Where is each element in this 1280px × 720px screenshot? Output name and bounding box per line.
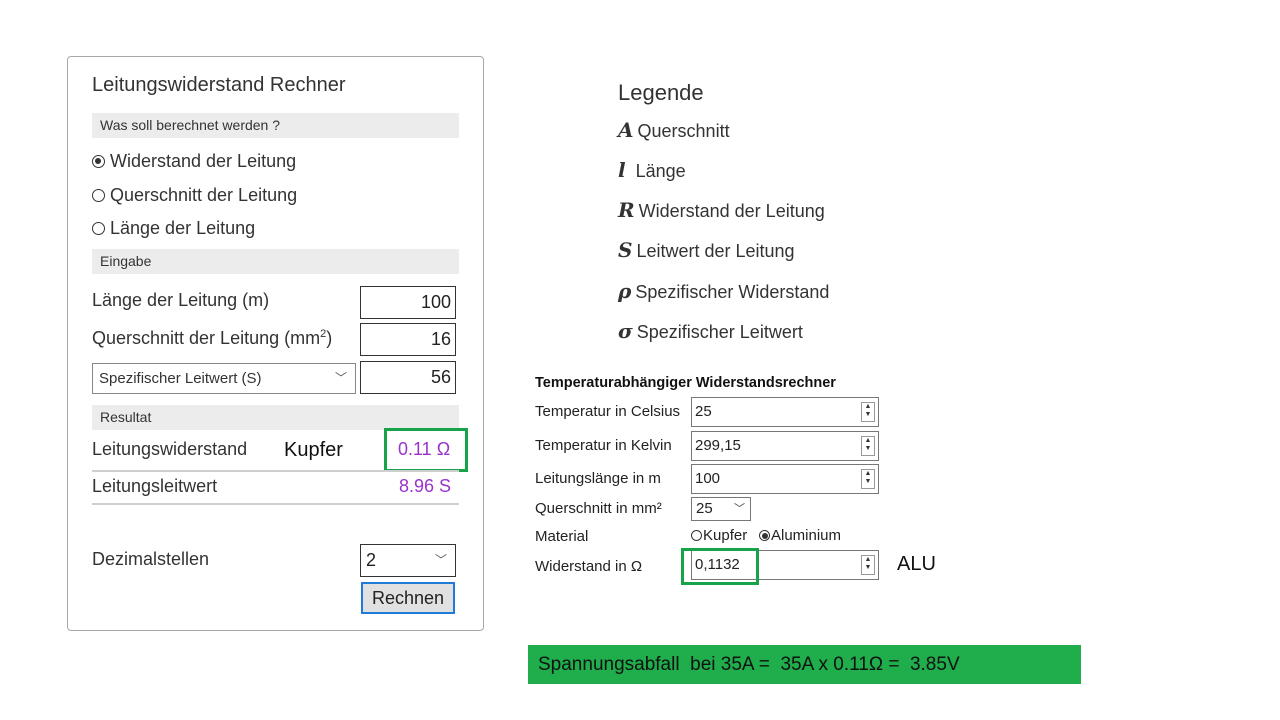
option-cross-section[interactable]: Querschnitt der Leitung [92,185,297,206]
chevron-down-icon: ﹀ [434,553,447,567]
radio-unchecked-icon[interactable] [92,189,105,202]
radio-unchecked-icon[interactable] [92,222,105,235]
cross-section-label: Querschnitt der Leitung (mm2) [92,328,332,349]
legend-text: Querschnitt [637,121,730,141]
legend-text: Widerstand der Leitung [638,201,825,221]
material-option-aluminium[interactable]: Aluminium [759,527,841,544]
option-length-label: Länge der Leitung [110,218,256,238]
legend-symbol: l [618,158,626,182]
option-cross-section-label: Querschnitt der Leitung [110,185,298,205]
legend-item: ρ Spezifischer Widerstand [618,279,829,303]
conductance-input[interactable]: 56 [360,361,456,394]
legend-item: S Leitwert der Leitung [618,238,795,262]
material-aluminium-label: Aluminium [771,527,842,544]
chevron-down-icon: ﹀ [334,371,347,385]
resistance-ohm-label: Widerstand in Ω [535,558,643,575]
calculator-title: Leitungswiderstand Rechner [92,74,346,96]
material-option-kupfer[interactable]: Kupfer [691,527,747,544]
length-m-input[interactable]: 100 ▲ ▼ [691,464,879,494]
section-calculate-what: Was soll berechnet werden ? [92,113,459,138]
radio-unchecked-icon[interactable] [691,530,702,541]
alu-annotation: ALU [897,553,936,575]
spinner-arrows-icon[interactable]: ▲ ▼ [861,555,875,575]
section-result: Resultat [92,405,459,430]
decimals-label: Dezimalstellen [92,549,210,569]
alu-highlight-box [681,548,759,585]
resistance-highlight-box [384,428,468,472]
length-m-value: 100 [695,470,721,487]
decimals-select[interactable]: 2 ﹀ [360,544,456,577]
spinner-arrows-icon[interactable]: ▲ ▼ [861,436,875,456]
section-input: Eingabe [92,249,459,274]
temp-calculator-title: Temperaturabhängiger Widerstandsrechner [535,375,836,391]
kupfer-annotation: Kupfer [284,439,343,461]
conductance-select[interactable]: Spezifischer Leitwert (S) ﹀ [92,363,356,394]
voltage-drop-banner: Spannungsabfall bei 35A = 35A x 0.11Ω = … [528,645,1081,684]
length-label: Länge der Leitung (m) [92,290,270,310]
conductance-select-value: Spezifischer Leitwert (S) [99,370,262,387]
legend-text: Spezifischer Leitwert [636,322,803,342]
legend-item: σ Spezifischer Leitwert [618,319,803,343]
material-label: Material [535,528,589,545]
celsius-label: Temperatur in Celsius [535,403,681,420]
resistance-calculator-card: Leitungswiderstand Rechner Was soll bere… [67,56,484,631]
legend-text: Länge [635,161,686,181]
conductance-result-value: 8.96 S [399,476,452,496]
radio-checked-icon[interactable] [92,155,105,168]
celsius-input[interactable]: 25 ▲ ▼ [691,397,879,427]
legend-symbol: R [618,198,635,222]
cross-mm2-value: 25 [696,500,713,517]
option-resistance[interactable]: Widerstand der Leitung [92,151,296,172]
legend-text: Spezifischer Widerstand [635,282,830,302]
conductance-result-label: Leitungsleitwert [92,476,218,496]
option-resistance-label: Widerstand der Leitung [110,151,297,171]
material-kupfer-label: Kupfer [703,527,748,544]
cross-mm2-label: Querschnitt in mm² [535,500,662,517]
decimals-select-value: 2 [366,550,377,570]
kelvin-input[interactable]: 299,15 ▲ ▼ [691,431,879,461]
cross-section-label-suffix: ) [326,328,333,348]
legend-item: R Widerstand der Leitung [618,198,825,222]
option-length[interactable]: Länge der Leitung [92,218,255,239]
radio-checked-icon[interactable] [759,530,770,541]
spinner-arrows-icon[interactable]: ▲ ▼ [861,402,875,422]
length-input[interactable]: 100 [360,286,456,319]
legend-symbol: A [618,118,634,142]
resistance-result-label: Leitungswiderstand [92,439,248,459]
chevron-down-icon: ﹀ [734,503,745,515]
legend-title: Legende [618,80,704,105]
spinner-arrows-icon[interactable]: ▲ ▼ [861,469,875,489]
legend-text: Leitwert der Leitung [636,241,795,261]
length-m-label: Leitungslänge in m [535,470,661,487]
legend-symbol: S [618,238,633,262]
cross-section-label-text: Querschnitt der Leitung (mm [92,328,321,348]
calculate-button[interactable]: Rechnen [361,582,455,614]
result-divider [92,503,459,505]
celsius-value: 25 [695,403,712,420]
result-divider [92,470,459,472]
legend-symbol: ρ [618,279,632,303]
legend-item: l Länge [618,158,686,182]
legend-symbol: σ [618,319,633,343]
cross-mm2-select[interactable]: 25 ﹀ [691,497,751,521]
kelvin-label: Temperatur in Kelvin [535,437,672,454]
kelvin-value: 299,15 [695,437,741,454]
cross-section-input[interactable]: 16 [360,323,456,356]
legend-item: A Querschnitt [618,118,730,142]
